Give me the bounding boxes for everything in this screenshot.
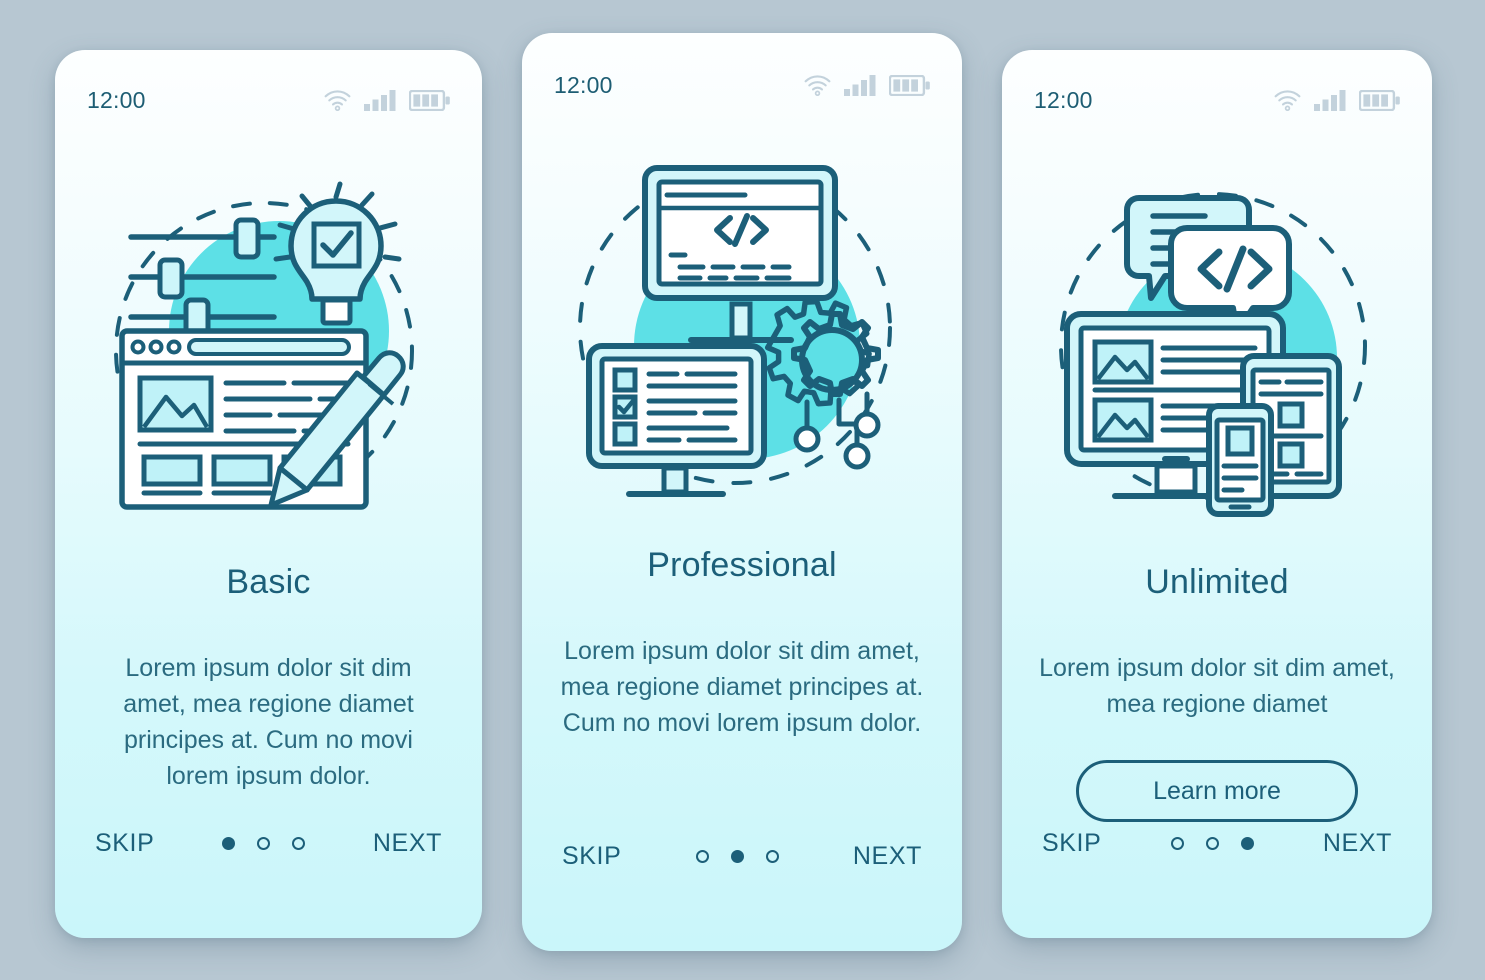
next-button[interactable]: NEXT	[1323, 829, 1392, 858]
image-placeholder	[1092, 339, 1154, 385]
pagination-dots	[695, 850, 779, 863]
status-bar: 12:00	[55, 72, 482, 128]
pagination-dot-1[interactable]	[1170, 837, 1184, 850]
status-icons	[324, 89, 450, 111]
wifi-icon	[324, 89, 351, 111]
pagination-dot-3[interactable]	[292, 837, 306, 850]
status-bar: 12:00	[1002, 72, 1432, 128]
page-title: Professional	[647, 546, 837, 584]
image-placeholder	[137, 375, 213, 433]
status-clock: 12:00	[87, 86, 146, 113]
pagination-dot-1[interactable]	[695, 850, 709, 863]
bottom-nav: SKIP NEXT	[1042, 829, 1392, 858]
page-description: Lorem ipsum dolor sit dim amet, mea regi…	[123, 654, 414, 790]
skip-button[interactable]: SKIP	[562, 842, 621, 871]
next-button[interactable]: NEXT	[853, 842, 922, 871]
signal-icon	[844, 74, 876, 96]
battery-icon	[889, 74, 930, 96]
page-title: Unlimited	[1145, 563, 1289, 601]
onboarding-screens: 12:00 Basic Lorem ipsum dolor sit dim am…	[0, 0, 1485, 980]
page-description: Lorem ipsum dolor sit dim amet, mea regi…	[1039, 654, 1395, 718]
pagination-dots	[222, 837, 306, 850]
illustration-website-builder	[55, 176, 482, 526]
next-button[interactable]: NEXT	[373, 829, 442, 858]
signal-icon	[364, 89, 396, 111]
onboarding-screen-basic: 12:00 Basic Lorem ipsum dolor sit dim am…	[55, 50, 482, 938]
status-clock: 12:00	[554, 71, 613, 98]
wifi-icon	[1274, 89, 1301, 111]
wifi-icon	[804, 74, 831, 96]
illustration-development	[522, 151, 962, 511]
pagination-dot-3[interactable]	[765, 850, 779, 863]
circuit-nodes	[793, 391, 881, 470]
skip-button[interactable]: SKIP	[95, 829, 154, 858]
pagination-dot-2[interactable]	[257, 837, 271, 850]
pagination-dot-3[interactable]	[1240, 837, 1254, 850]
monitor-with-checklist	[586, 343, 767, 497]
bottom-nav: SKIP NEXT	[95, 829, 442, 858]
learn-more-button[interactable]: Learn more	[1076, 760, 1358, 822]
status-clock: 12:00	[1034, 86, 1093, 113]
image-placeholder	[1092, 397, 1154, 443]
pagination-dot-2[interactable]	[1205, 837, 1219, 850]
signal-icon	[1314, 89, 1346, 111]
smartphone	[1206, 403, 1274, 517]
battery-icon	[1359, 89, 1400, 111]
page-description: Lorem ipsum dolor sit dim amet, mea regi…	[560, 637, 924, 737]
status-bar: 12:00	[522, 57, 962, 113]
pagination-dot-2[interactable]	[730, 850, 744, 863]
skip-button[interactable]: SKIP	[1042, 829, 1101, 858]
battery-icon	[409, 89, 450, 111]
bottom-nav: SKIP NEXT	[562, 842, 922, 871]
status-icons	[804, 74, 930, 96]
illustration-responsive-devices	[1002, 172, 1432, 524]
pagination-dot-1[interactable]	[222, 837, 236, 850]
status-icons	[1274, 89, 1400, 111]
pagination-dots	[1170, 837, 1254, 850]
page-title: Basic	[226, 563, 311, 601]
onboarding-screen-unlimited: 12:00 Unlimited Lorem ipsum dolor sit di…	[1002, 50, 1432, 938]
onboarding-screen-professional: 12:00 Professional Lorem ipsum dolor sit…	[522, 33, 962, 951]
